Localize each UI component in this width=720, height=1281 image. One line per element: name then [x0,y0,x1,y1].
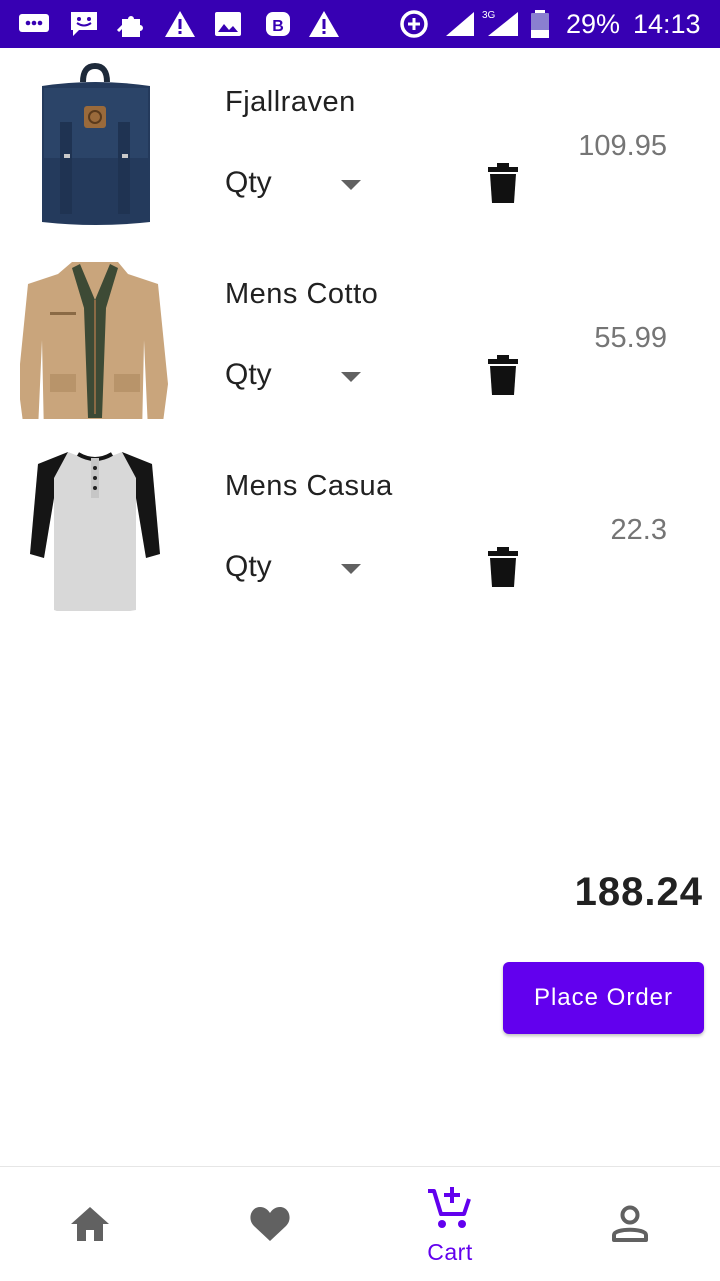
jacket-image [20,262,168,419]
puzzle-icon [116,16,143,37]
home-icon [71,1207,109,1241]
nav-favorites[interactable] [180,1167,360,1281]
heart-icon [250,1207,290,1241]
battery-percent: 29% [566,9,621,39]
item-name: Fjallraven [225,86,356,118]
cart-item: Fjallraven Qty 109.95 [0,48,720,240]
quantity-dropdown[interactable]: Qty [225,164,370,204]
place-order-button[interactable]: Place Order [503,962,704,1034]
gallery-icon [215,12,241,36]
dropdown-arrow-icon [341,564,361,574]
delete-icon[interactable] [486,546,520,588]
svg-text:3G: 3G [482,10,496,21]
quantity-dropdown[interactable]: Qty [225,356,370,396]
person-icon [612,1205,648,1242]
svg-text:B: B [272,18,284,35]
qty-label: Qty [225,358,272,391]
dropdown-arrow-icon [341,372,361,382]
battery-icon [531,10,549,38]
tshirt-image [30,452,160,611]
nav-cart-label: Cart [427,1239,473,1265]
dropdown-arrow-icon [341,180,361,190]
item-price: 55.99 [594,322,667,354]
status-bar: B 3G 29% 14:13 [0,0,720,48]
signal-icon: 3G [446,10,518,36]
item-name: Mens Cotto [225,278,379,310]
chat-icon [71,12,97,36]
nav-cart[interactable]: Cart [360,1167,540,1281]
cart-total: 188.24 [574,870,703,914]
nav-home[interactable] [0,1167,180,1281]
qty-label: Qty [225,550,272,583]
warning-icon [309,11,339,37]
item-price: 109.95 [578,130,667,162]
bottom-navigation: Cart [0,1166,720,1281]
delete-icon[interactable] [486,354,520,396]
cart-item: Mens Casua Qty 22.3 [0,432,720,624]
warning-icon [165,11,195,37]
item-price: 22.3 [610,514,667,546]
messages-icon [19,14,49,32]
nav-profile[interactable] [540,1167,720,1281]
data-saver-icon [400,10,428,38]
cart-add-icon [428,1187,471,1228]
qty-label: Qty [225,166,272,199]
quantity-dropdown[interactable]: Qty [225,548,370,588]
bixby-icon: B [266,12,290,36]
backpack-image [42,62,150,225]
delete-icon[interactable] [486,162,520,204]
clock: 14:13 [633,9,701,39]
cart-item: Mens Cotto Qty 55.99 [0,240,720,432]
item-name: Mens Casua [225,470,393,502]
